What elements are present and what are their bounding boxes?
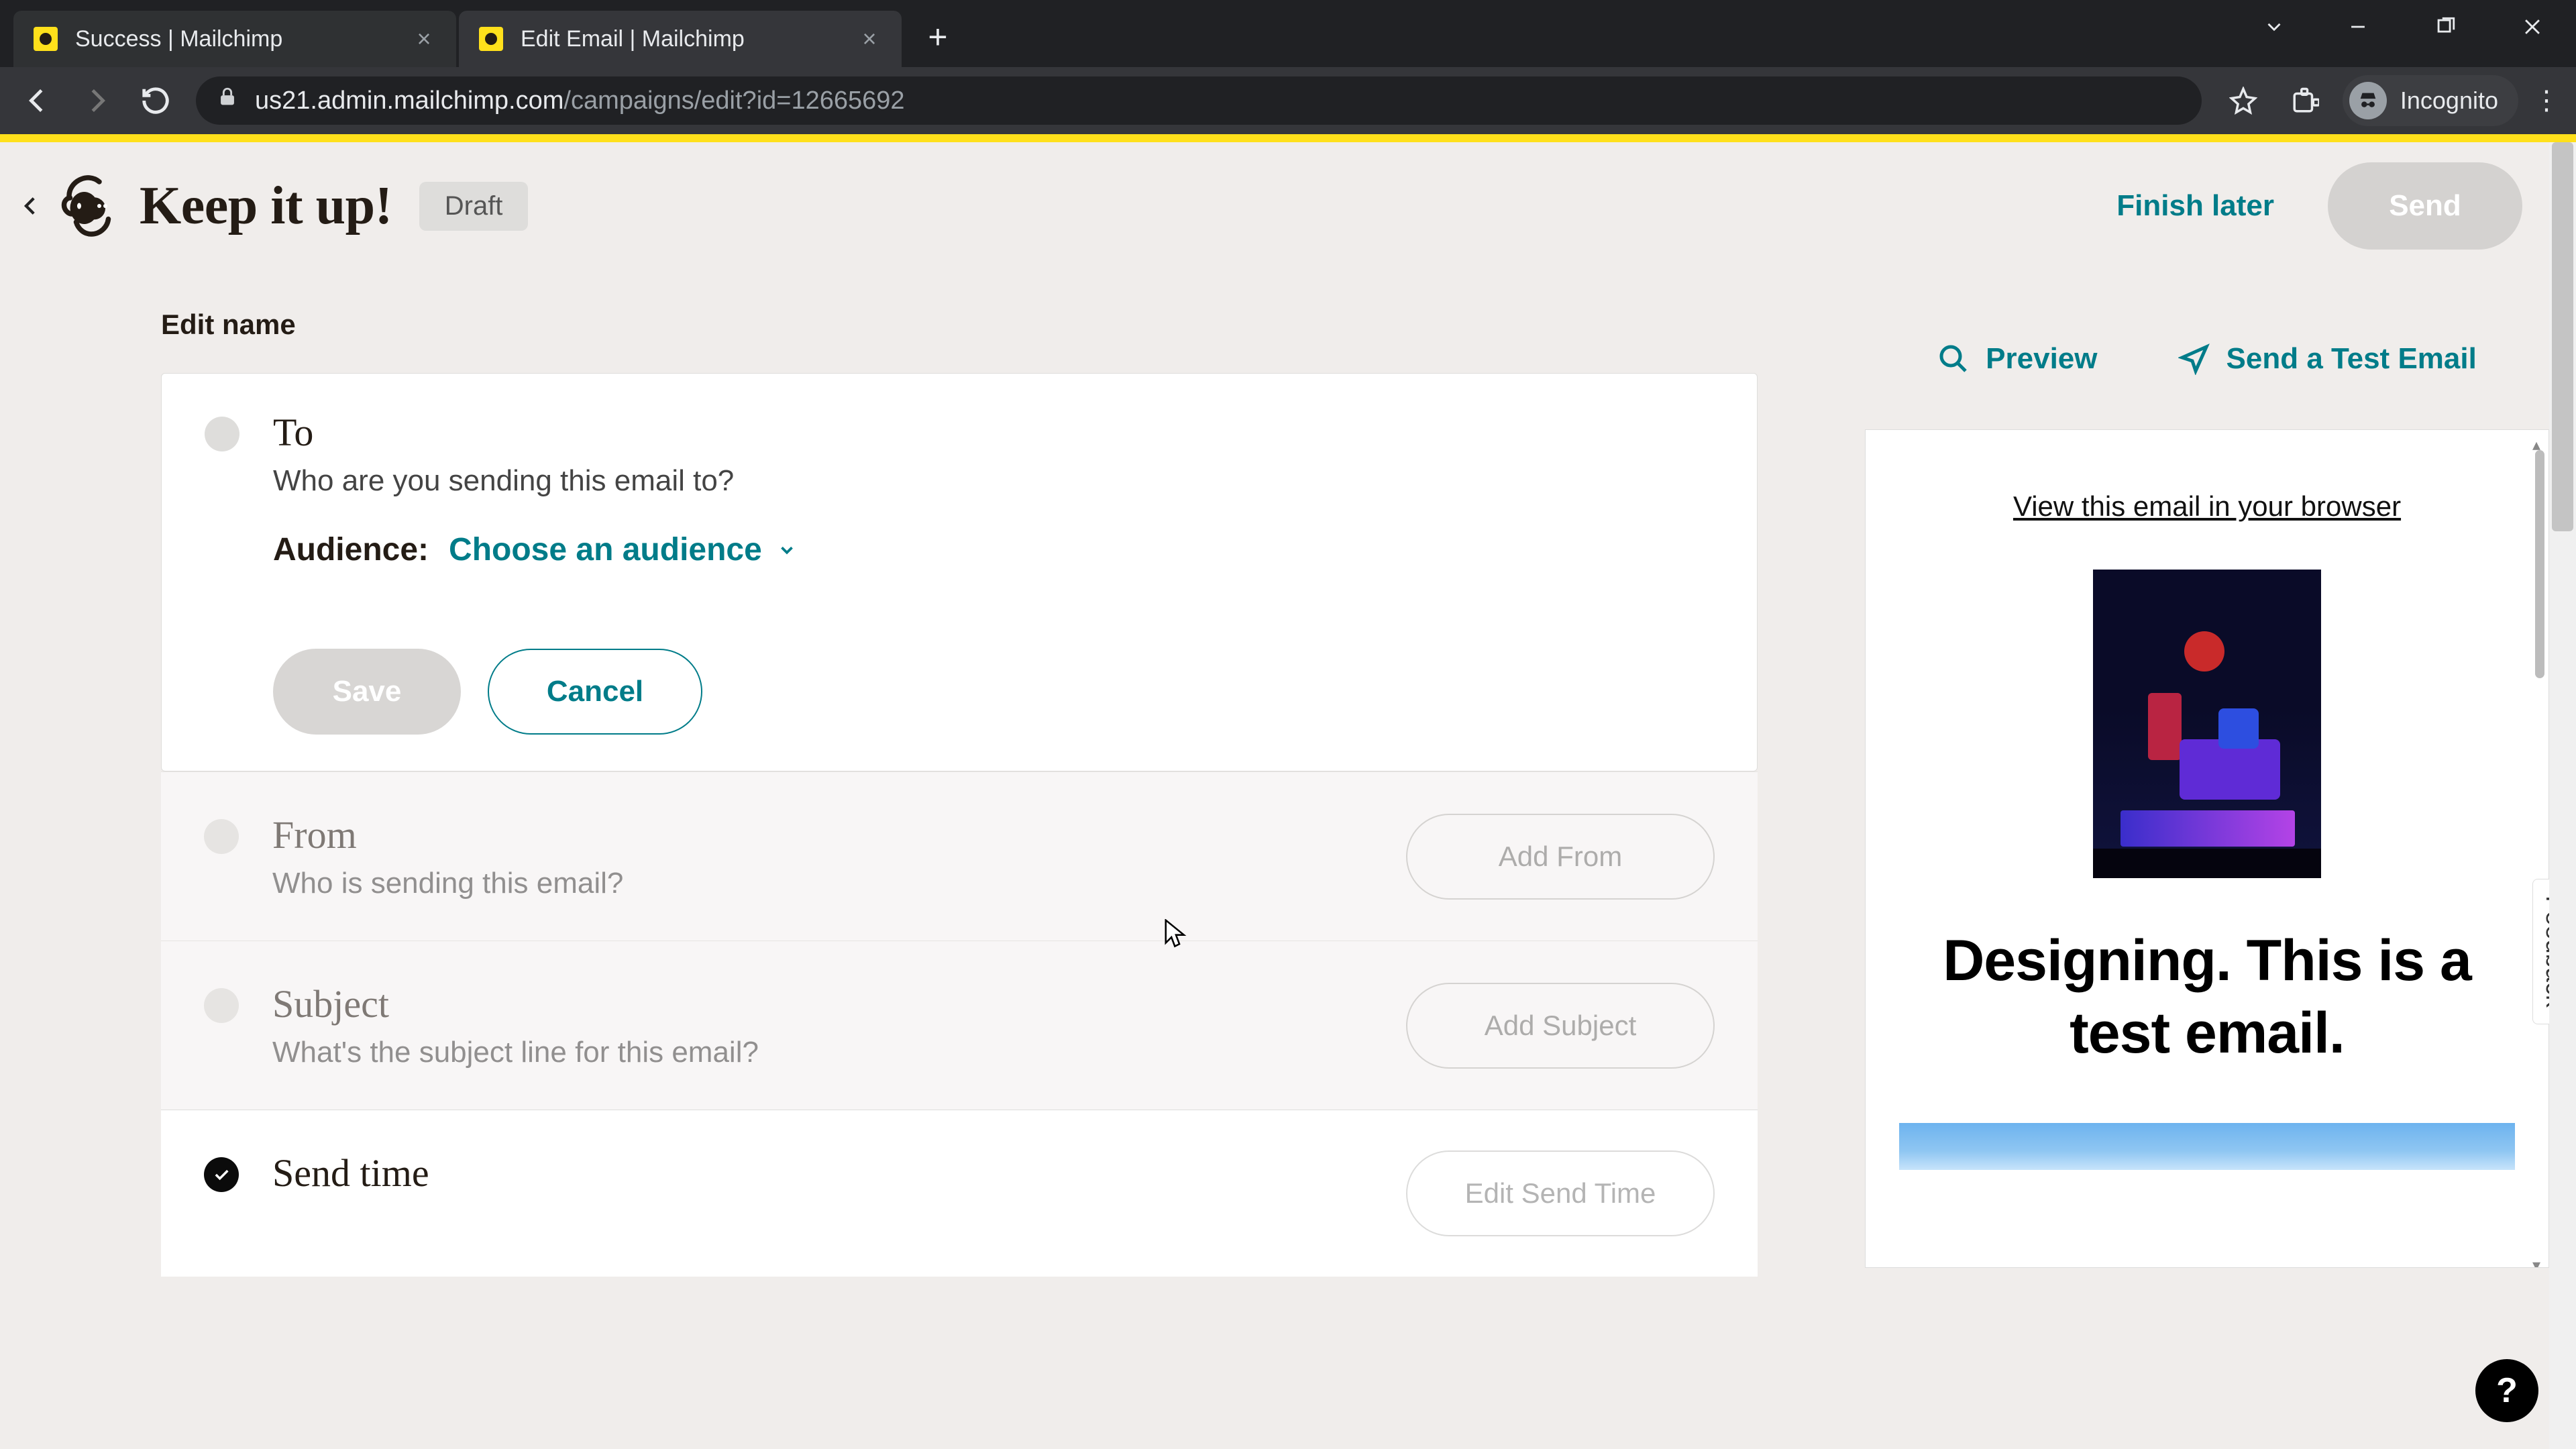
- edit-name-link[interactable]: Edit name: [161, 309, 1758, 341]
- browser-tab-success[interactable]: Success | Mailchimp ×: [13, 11, 456, 67]
- from-section-subtitle: Who is sending this email?: [272, 867, 1379, 900]
- from-section: From Who is sending this email? Add From: [161, 771, 1758, 941]
- close-icon[interactable]: ×: [857, 27, 881, 51]
- favicon-mailchimp-icon: [479, 27, 503, 51]
- tab-search-icon[interactable]: [2234, 0, 2314, 54]
- back-icon[interactable]: [9, 72, 66, 129]
- reload-icon[interactable]: [127, 72, 184, 129]
- email-headline: Designing. This is a test email.: [1899, 925, 2515, 1069]
- incognito-label: Incognito: [2400, 87, 2498, 115]
- favicon-mailchimp-icon: [34, 27, 58, 51]
- url-host: us21.admin.mailchimp.com: [255, 87, 564, 115]
- browser-tab-edit-email[interactable]: Edit Email | Mailchimp ×: [459, 11, 902, 67]
- preview-label: Preview: [1986, 342, 2097, 376]
- campaign-title: Keep it up!: [140, 176, 392, 237]
- campaign-header: Keep it up! Draft Finish later Send: [0, 142, 2549, 270]
- lock-icon: [216, 86, 255, 115]
- search-icon: [1937, 343, 1970, 375]
- browser-tab-strip: Success | Mailchimp × Edit Email | Mailc…: [0, 0, 2576, 67]
- minimize-icon[interactable]: [2314, 0, 2402, 54]
- page-scrollbar[interactable]: [2549, 142, 2576, 1449]
- save-button[interactable]: Save: [273, 649, 461, 735]
- preview-button[interactable]: Preview: [1937, 342, 2097, 376]
- extensions-icon[interactable]: [2275, 71, 2334, 130]
- campaign-sections-card: To Who are you sending this email to? Au…: [161, 373, 1758, 771]
- subject-section: Subject What's the subject line for this…: [161, 941, 1758, 1110]
- to-section-title: To: [273, 410, 1714, 455]
- to-section-subtitle: Who are you sending this email to?: [273, 464, 1714, 498]
- scroll-thumb[interactable]: [2535, 450, 2544, 678]
- subject-section-subtitle: What's the subject line for this email?: [272, 1036, 1379, 1069]
- subject-status-icon: [204, 988, 239, 1023]
- choose-audience-label: Choose an audience: [449, 531, 762, 568]
- window-controls: [2234, 0, 2576, 67]
- from-section-title: From: [272, 812, 1379, 857]
- page-scroll-thumb[interactable]: [2552, 142, 2573, 531]
- email-secondary-image: [1899, 1123, 2515, 1170]
- window-close-icon[interactable]: [2489, 0, 2576, 54]
- sendtime-section-title: Send time: [272, 1150, 1379, 1195]
- finish-later-link[interactable]: Finish later: [2116, 189, 2274, 223]
- to-status-icon: [205, 417, 239, 451]
- address-bar[interactable]: us21.admin.mailchimp.com/campaigns/edit?…: [196, 76, 2202, 125]
- from-status-icon: [204, 819, 239, 854]
- sendtime-status-icon: [204, 1157, 239, 1192]
- view-in-browser-link[interactable]: View this email in your browser: [1899, 490, 2515, 523]
- paper-plane-icon: [2178, 343, 2210, 375]
- help-button[interactable]: ?: [2475, 1359, 2538, 1422]
- choose-audience-dropdown[interactable]: Choose an audience: [449, 531, 797, 568]
- close-icon[interactable]: ×: [412, 27, 436, 51]
- incognito-icon: [2349, 82, 2387, 119]
- preview-action-bar: Preview Send a Test Email: [1865, 342, 2549, 376]
- back-chevron-icon[interactable]: [11, 186, 51, 226]
- status-badge: Draft: [419, 182, 529, 231]
- mailchimp-logo-icon[interactable]: [59, 174, 123, 238]
- brand-accent-bar: [0, 134, 2576, 142]
- subject-section-title: Subject: [272, 981, 1379, 1026]
- url-path: /campaigns/edit?id=12665692: [564, 87, 904, 115]
- forward-icon[interactable]: [68, 72, 125, 129]
- preview-scrollbar[interactable]: ▴ ▾: [2532, 437, 2548, 1268]
- new-tab-button[interactable]: +: [918, 17, 958, 57]
- audience-label: Audience:: [273, 531, 429, 568]
- bookmark-star-icon[interactable]: [2214, 71, 2273, 130]
- send-test-email-button[interactable]: Send a Test Email: [2178, 342, 2477, 376]
- tab-title: Edit Email | Mailchimp: [521, 26, 857, 52]
- add-from-button[interactable]: Add From: [1406, 814, 1715, 900]
- incognito-badge[interactable]: Incognito: [2343, 75, 2518, 126]
- chrome-menu-icon[interactable]: ⋮: [2526, 85, 2567, 116]
- tab-title: Success | Mailchimp: [75, 26, 412, 52]
- send-button[interactable]: Send: [2328, 162, 2522, 250]
- browser-toolbar: us21.admin.mailchimp.com/campaigns/edit?…: [0, 67, 2576, 134]
- send-test-label: Send a Test Email: [2226, 342, 2477, 376]
- cancel-button[interactable]: Cancel: [488, 649, 702, 735]
- mouse-cursor-icon: [1165, 919, 1187, 952]
- maximize-icon[interactable]: [2402, 0, 2489, 54]
- email-preview-frame: ▴ ▾ View this email in your browser Desi…: [1865, 429, 2549, 1268]
- chevron-down-icon: [777, 540, 797, 560]
- add-subject-button[interactable]: Add Subject: [1406, 983, 1715, 1069]
- scroll-down-icon[interactable]: ▾: [2532, 1256, 2540, 1268]
- sendtime-section: Send time Edit Send Time: [161, 1110, 1758, 1277]
- edit-sendtime-button[interactable]: Edit Send Time: [1406, 1150, 1715, 1236]
- email-hero-image: [2093, 570, 2321, 878]
